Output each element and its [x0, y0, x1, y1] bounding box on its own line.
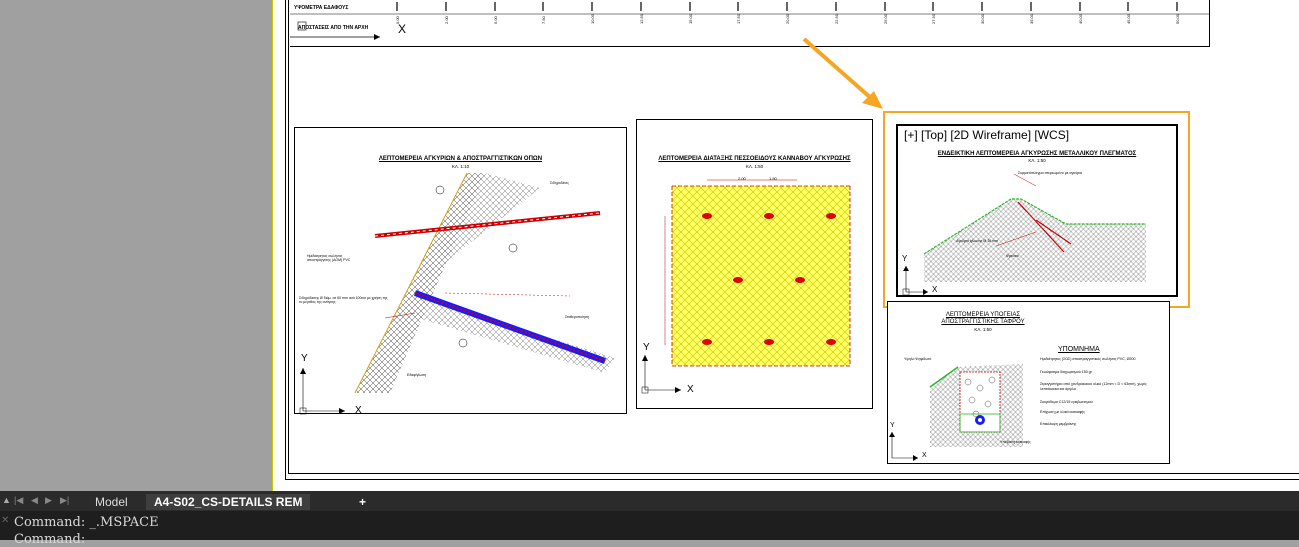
profile-tick-label: 22.50 — [833, 13, 839, 24]
profile-tick-label: 17.50 — [736, 13, 742, 24]
note-rebar: Σιδηρόδεσης Ø διάμ. σε 60 mm ανά 100cm μ… — [299, 296, 388, 304]
expand-up-icon[interactable]: ▲ — [2, 495, 11, 505]
mesh-drawing — [902, 173, 1146, 296]
profile-tick-mark — [493, 2, 496, 11]
last-tab-icon[interactable]: ▶| — [60, 495, 69, 506]
close-command-icon[interactable]: ✕ — [1, 515, 9, 526]
viewport-grid-layout[interactable]: ΛΕΠΤΟΜΕΡΕΙΑ ΔΙΑΤΑΞΗΣ ΠΕΣΣΟΕΙΔΟΥΣ ΚΑΝΝΑΒΟ… — [636, 119, 873, 409]
first-tab-icon[interactable]: |◀ — [14, 495, 23, 506]
x-axis-label: X — [355, 405, 362, 416]
profile-tick-label: 2.00 — [443, 16, 449, 24]
prev-tab-icon[interactable]: ◀ — [31, 495, 38, 506]
profile-tick-mark — [981, 2, 983, 11]
x-axis-label: X — [922, 452, 927, 459]
profile-tick-label: 0.00 — [395, 16, 400, 24]
note-drain-pipe: Ημιδιάτρητος σωλήνας αποστράγγισης (ΔΟΜ)… — [307, 254, 351, 262]
profile-tick-label: 40.00 — [1077, 13, 1083, 24]
profile-tick-label: 20.00 — [785, 13, 790, 24]
viewport-mesh-anchoring[interactable]: ΕΝΔΕΙΚΤΙΚΗ ΛΕΠΤΟΜΕΡΕΙΑ ΑΓΚΥΡΩΣΗΣ ΜΕΤΑΛΛΙ… — [896, 124, 1178, 297]
profile-tick-label: 10.00 — [590, 13, 595, 24]
grid-drawing — [641, 179, 851, 394]
profile-tick-label: 30.00 — [980, 13, 985, 24]
note-anchors: Αγκύρια ήλωσης Ø 16 mm — [956, 239, 999, 243]
profile-tick-label: 15.00 — [687, 13, 693, 24]
y-axis-label: Y — [643, 342, 650, 353]
profile-tick-label: 7.50 — [541, 16, 547, 24]
viewport-anchors-detail[interactable]: ΛΕΠΤΟΜΕΡΕΙΑ ΑΓΚΥΡΙΩΝ & ΑΠΟΣΤΡΑΓΓΙΣΤΙΚΩΝ … — [294, 127, 627, 416]
layout-tab-bar: ▲ |◀ ◀ ▶ ▶| Model A4-S02_CS-DETAILS REM … — [0, 491, 1299, 511]
profile-tick-mark — [1176, 2, 1178, 11]
profile-tick-label: 27.50 — [931, 13, 937, 24]
profile-tick-mark — [688, 2, 691, 11]
next-tab-icon[interactable]: ▶ — [45, 495, 52, 506]
note-mesh: Συρματόπλεγμα στερεωμένο με αγκύρια — [1018, 171, 1082, 175]
profile-tick-mark — [786, 2, 788, 11]
profile-tick-mark — [737, 2, 740, 11]
profile-tick-mark — [396, 2, 398, 11]
viewport-controls-label[interactable]: [+] [Top] [2D Wireframe] [WCS] — [904, 128, 1069, 142]
profile-tick-mark — [1029, 2, 1032, 11]
add-layout-button[interactable]: + — [351, 494, 374, 510]
profile-tick-mark — [444, 2, 447, 11]
viewport-drain-trench[interactable]: ΛΕΠΤΟΜΕΡΕΙΑ ΥΠΟΓΕΙΑΣ ΑΠΟΣΤΡΑΓΓΙΣΤΙΚΗΣ ΤΑ… — [887, 301, 1170, 464]
tab-active-layout[interactable]: A4-S02_CS-DETAILS REM — [146, 494, 311, 510]
dimension-spacing-1: 2.00 — [738, 176, 746, 181]
profile-tick-label: 45.00 — [1126, 13, 1132, 24]
profile-tick-mark — [1078, 2, 1081, 11]
note-ties: Σιδηροδέτες — [550, 181, 569, 185]
x-axis-label: X — [932, 285, 938, 294]
svg-text:X: X — [398, 22, 406, 36]
note-stabilization: Σταθεροποίηση — [565, 315, 589, 319]
profile-tick-mark — [883, 2, 886, 11]
note-gravel-surface: Υψηλό Ψηφιδωτό — [904, 357, 932, 361]
profile-tick-mark — [834, 2, 837, 11]
y-axis-label: Y — [301, 353, 308, 364]
dimension-spacing-2: 1.50 — [769, 176, 777, 181]
profile-tick-mark — [591, 2, 593, 11]
y-axis-label: Y — [902, 254, 908, 263]
paper-edge — [272, 0, 273, 491]
tab-model[interactable]: Model — [87, 494, 136, 510]
profile-tick-label: 5.00 — [492, 16, 498, 24]
note-soil-nail: Εδαφήλωση — [407, 373, 427, 377]
profile-tick-label: 25.00 — [882, 13, 888, 24]
command-history-line: Command: _.MSPACE — [14, 515, 159, 530]
profile-tick-label: 50.00 — [1175, 13, 1180, 24]
profile-tick-label: 35.00 — [1028, 13, 1034, 24]
y-axis-label: Y — [890, 422, 895, 429]
profile-tick-mark — [932, 2, 935, 11]
command-line-panel[interactable]: ✕ Command: _.MSPACE Command: — [0, 511, 1299, 547]
x-axis-label: X — [687, 384, 694, 395]
anchors-drawing — [299, 172, 615, 415]
profile-tick-mark — [639, 2, 642, 11]
highlight-arrow — [802, 37, 883, 109]
profile-table-lines: X — [290, 13, 1210, 40]
profile-tick-mark — [542, 2, 545, 11]
profile-tick-mark — [1127, 2, 1130, 11]
note-excavation-base: Υπόβαση εκσκαφής — [1000, 440, 1031, 444]
note-well: Φρεάτιο — [1006, 254, 1019, 258]
profile-tick-label: 12.50 — [638, 13, 644, 24]
